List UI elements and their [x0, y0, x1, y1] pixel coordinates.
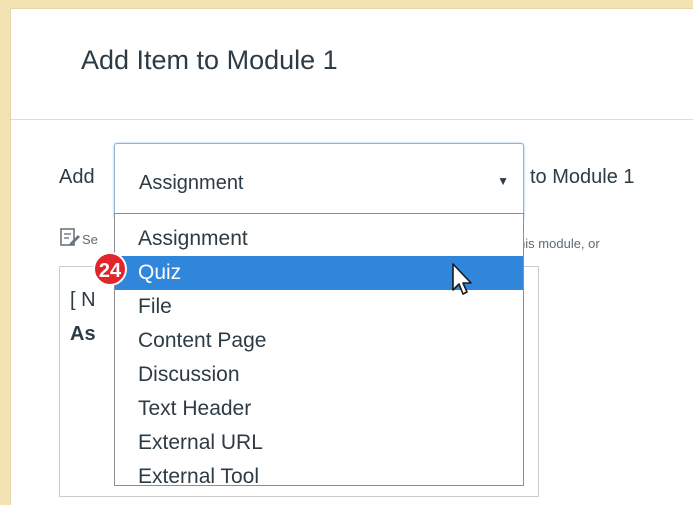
window-frame-left [0, 0, 10, 505]
window-frame-top [0, 0, 693, 8]
option-content-page[interactable]: Content Page [115, 324, 523, 358]
hint-text-start: Se [82, 232, 98, 247]
to-module-label: to Module 1 [530, 166, 635, 188]
option-external-tool[interactable]: External Tool [115, 460, 523, 494]
dropdown-caret-icon: ▼ [497, 174, 509, 188]
option-discussion[interactable]: Discussion [115, 358, 523, 392]
edit-document-icon [60, 228, 80, 246]
option-external-url[interactable]: External URL [115, 426, 523, 460]
dialog-title: Add Item to Module 1 [81, 45, 338, 75]
item-type-dropdown[interactable]: Assignment Quiz File Content Page Discus… [114, 213, 524, 488]
list-item[interactable]: As [70, 323, 96, 346]
mouse-pointer-icon [452, 263, 472, 295]
step-number-badge: 24 [93, 252, 127, 286]
item-type-select[interactable]: Assignment ▼ [114, 143, 524, 220]
selected-item-type: Assignment [139, 172, 244, 194]
dialog-header: Add Item to Module 1 [11, 9, 693, 120]
option-assignment[interactable]: Assignment [115, 222, 523, 256]
option-text-header[interactable]: Text Header [115, 392, 523, 426]
list-item[interactable]: [ N [70, 289, 96, 312]
add-label: Add [59, 166, 95, 188]
